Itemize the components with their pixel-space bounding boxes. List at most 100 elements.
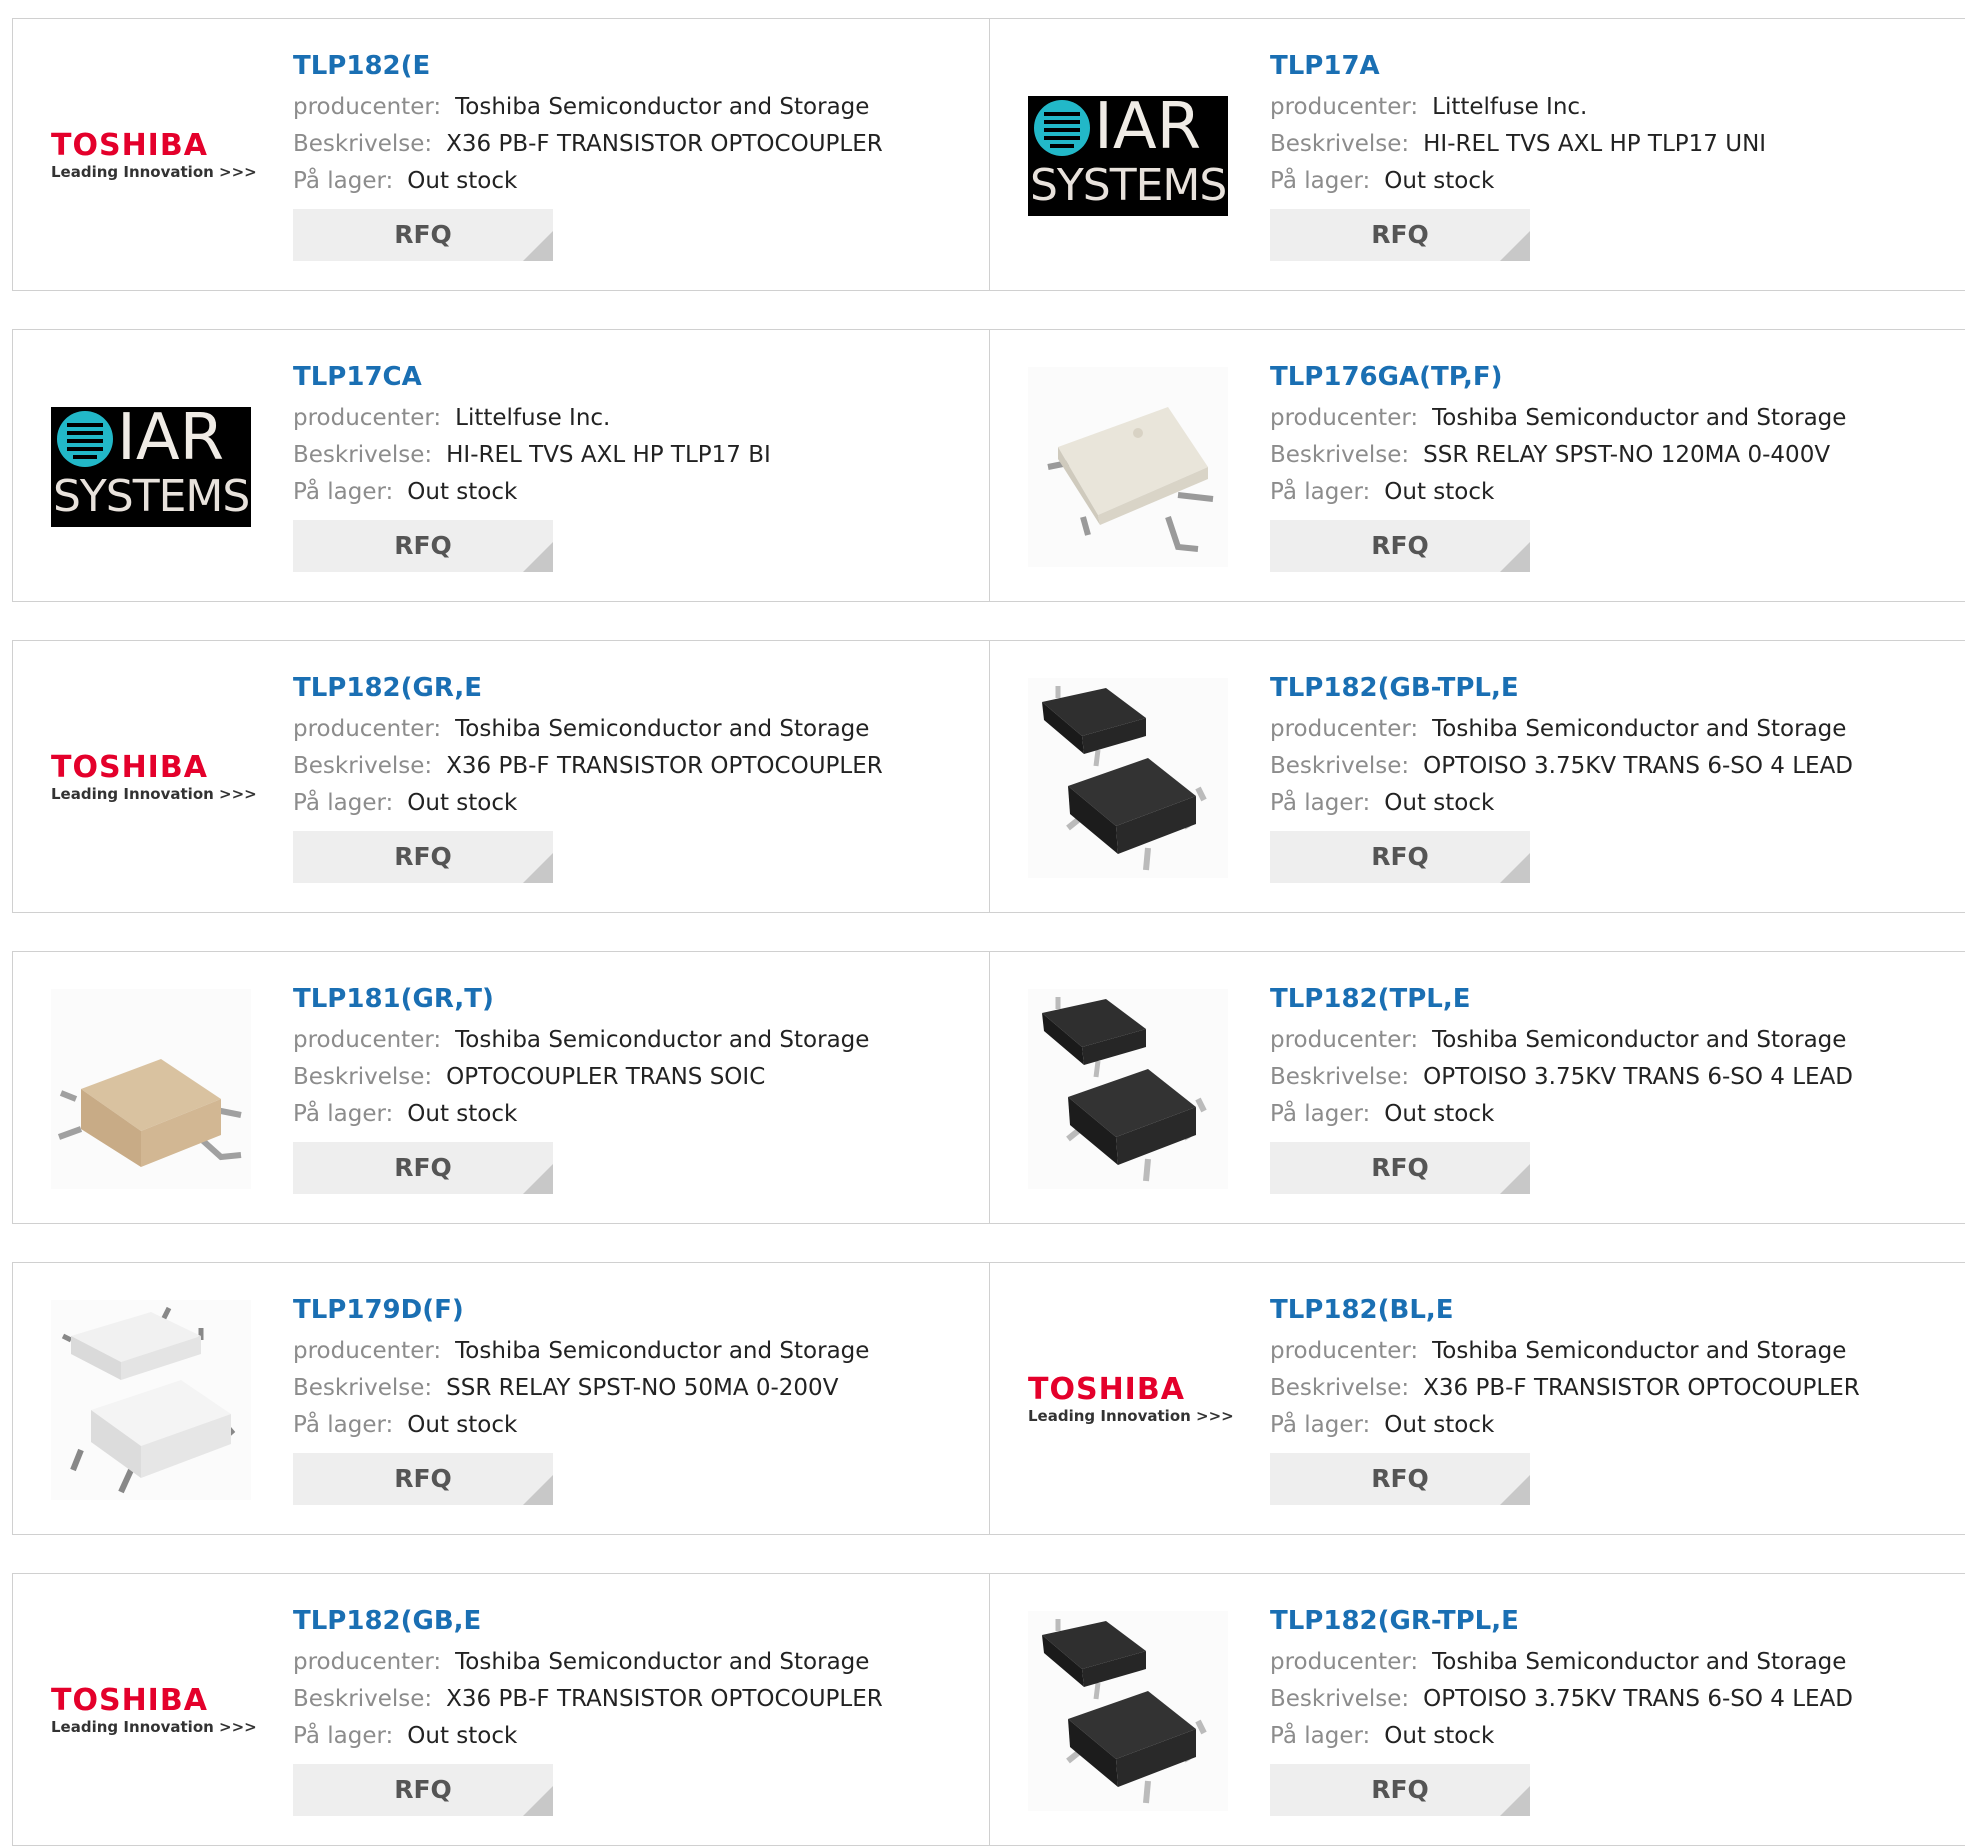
rfq-button[interactable]: RFQ [293,1453,553,1505]
rfq-label: RFQ [394,1775,452,1804]
stock-label: På lager: [1270,1412,1371,1438]
rfq-button[interactable]: RFQ [293,1142,553,1194]
product-info: TLP176GA(TP,F) producenter: Toshiba Semico… [1270,360,1956,572]
description-value: OPTOCOUPLER TRANS SOIC [446,1064,766,1090]
stock-line: På lager: Out stock [293,1096,979,1133]
part-number-link[interactable]: TLP179D(F) [293,1293,979,1327]
product-thumbnail[interactable] [1028,367,1228,567]
product-thumbnail[interactable] [51,989,251,1189]
product-card: TOSHIBA Leading Innovation >>> TLP182(GB,E… [13,1574,989,1845]
rfq-button[interactable]: RFQ [1270,520,1530,572]
product-thumbnail[interactable]: TOSHIBA Leading Innovation >>> [51,678,257,878]
stock-line: På lager: Out stock [1270,163,1956,200]
description-line: Beskrivelse: SSR RELAY SPST-NO 50MA 0-200… [293,1370,979,1407]
stock-value: Out stock [407,1412,518,1438]
product-thumbnail[interactable]: TOSHIBA Leading Innovation >>> [51,56,257,256]
rfq-button[interactable]: RFQ [1270,1142,1530,1194]
product-thumbnail[interactable]: TOSHIBA Leading Innovation >>> [51,1611,257,1811]
stock-label: På lager: [1270,790,1371,816]
rfq-corner-decoration [523,231,553,261]
description-label: Beskrivelse: [293,442,433,468]
rfq-label: RFQ [394,220,452,249]
part-number-link[interactable]: TLP182(TPL,E [1270,982,1956,1016]
toshiba-logo-tagline: Leading Innovation >>> [51,163,257,181]
manufacturer-label: producenter: [1270,405,1419,431]
manufacturer-value: Toshiba Semiconductor and Storage [1432,1027,1847,1053]
rfq-button[interactable]: RFQ [1270,831,1530,883]
stock-line: På lager: Out stock [1270,1407,1956,1444]
part-number-link[interactable]: TLP176GA(TP,F) [1270,360,1956,394]
part-number-link[interactable]: TLP17A [1270,49,1956,83]
product-row: IAR SYSTEMS TLP17CA producenter: Littelfuse … [12,329,1965,602]
manufacturer-line: producenter: Littelfuse Inc. [1270,89,1956,126]
stock-label: På lager: [293,1723,394,1749]
rfq-button[interactable]: RFQ [1270,1453,1530,1505]
manufacturer-label: producenter: [293,1649,442,1675]
rfq-button[interactable]: RFQ [1270,209,1530,261]
part-number-link[interactable]: TLP182(E [293,49,979,83]
description-label: Beskrivelse: [293,1375,433,1401]
part-number-link[interactable]: TLP182(GB,E [293,1604,979,1638]
product-row: TLP181(GR,T) producenter: Toshiba Semicond… [12,951,1965,1224]
description-label: Beskrivelse: [293,131,433,157]
product-thumbnail[interactable] [1028,678,1228,878]
manufacturer-value: Littelfuse Inc. [455,405,611,431]
iar-systems-logo: IAR SYSTEMS [51,407,251,527]
toshiba-logo-word: TOSHIBA [51,1683,208,1718]
manufacturer-line: producenter: Toshiba Semiconductor and St… [1270,1333,1956,1370]
description-value: X36 PB-F TRANSISTOR OPTOCOUPLER [446,753,883,779]
stock-label: På lager: [1270,168,1371,194]
product-info: TLP182(BL,E producenter: Toshiba Semicondu… [1270,1293,1956,1505]
iar-logo-word: IAR [117,407,225,475]
product-card: TLP181(GR,T) producenter: Toshiba Semicond… [13,952,989,1223]
stock-value: Out stock [407,790,518,816]
product-thumbnail[interactable]: IAR SYSTEMS [51,367,251,567]
iar-globe-icon [57,411,113,467]
description-value: X36 PB-F TRANSISTOR OPTOCOUPLER [446,1686,883,1712]
description-value: SSR RELAY SPST-NO 120MA 0-400V [1423,442,1831,468]
description-value: OPTOISO 3.75KV TRANS 6-SO 4 LEAD [1423,1064,1854,1090]
stock-line: På lager: Out stock [293,1718,979,1755]
product-thumbnail[interactable] [1028,1611,1228,1811]
rfq-button[interactable]: RFQ [293,520,553,572]
part-number-link[interactable]: TLP182(GR,E [293,671,979,705]
stock-line: På lager: Out stock [1270,1718,1956,1755]
rfq-button[interactable]: RFQ [1270,1764,1530,1816]
part-number-link[interactable]: TLP182(BL,E [1270,1293,1956,1327]
part-number-link[interactable]: TLP182(GR-TPL,E [1270,1604,1956,1638]
product-thumbnail[interactable] [51,1300,251,1500]
product-row: TOSHIBA Leading Innovation >>> TLP182(GR,E… [12,640,1965,913]
part-number-link[interactable]: TLP182(GB-TPL,E [1270,671,1956,705]
rfq-corner-decoration [1500,1164,1530,1194]
product-row: TLP179D(F) producenter: Toshiba Semiconduc… [12,1262,1965,1535]
part-number-link[interactable]: TLP17CA [293,360,979,394]
iar-logo-systems: SYSTEMS [53,471,250,522]
description-value: OPTOISO 3.75KV TRANS 6-SO 4 LEAD [1423,1686,1854,1712]
product-thumbnail[interactable] [1028,989,1228,1189]
stock-value: Out stock [1384,790,1495,816]
rfq-button[interactable]: RFQ [293,831,553,883]
product-info: TLP17A producenter: Littelfuse Inc. Beskriv… [1270,49,1956,261]
manufacturer-value: Toshiba Semiconductor and Storage [455,1649,870,1675]
toshiba-logo: TOSHIBA Leading Innovation >>> [1028,1372,1234,1426]
rfq-label: RFQ [1371,1153,1429,1182]
manufacturer-line: producenter: Toshiba Semiconductor and St… [293,89,979,126]
stock-line: På lager: Out stock [1270,1096,1956,1133]
rfq-label: RFQ [394,1464,452,1493]
part-number-link[interactable]: TLP181(GR,T) [293,982,979,1016]
product-photo [1028,989,1228,1189]
product-row: TOSHIBA Leading Innovation >>> TLP182(GB,E… [12,1573,1965,1846]
stock-line: På lager: Out stock [293,785,979,822]
rfq-button[interactable]: RFQ [293,209,553,261]
description-label: Beskrivelse: [1270,1375,1410,1401]
description-value: SSR RELAY SPST-NO 50MA 0-200V [446,1375,839,1401]
rfq-corner-decoration [1500,1786,1530,1816]
rfq-button[interactable]: RFQ [293,1764,553,1816]
product-thumbnail[interactable]: TOSHIBA Leading Innovation >>> [1028,1300,1234,1500]
description-label: Beskrivelse: [1270,753,1410,779]
toshiba-logo-word: TOSHIBA [1028,1372,1185,1407]
manufacturer-label: producenter: [293,94,442,120]
manufacturer-line: producenter: Toshiba Semiconductor and St… [293,711,979,748]
product-grid: TOSHIBA Leading Innovation >>> TLP182(E pro… [0,0,1965,1846]
product-thumbnail[interactable]: IAR SYSTEMS [1028,56,1228,256]
